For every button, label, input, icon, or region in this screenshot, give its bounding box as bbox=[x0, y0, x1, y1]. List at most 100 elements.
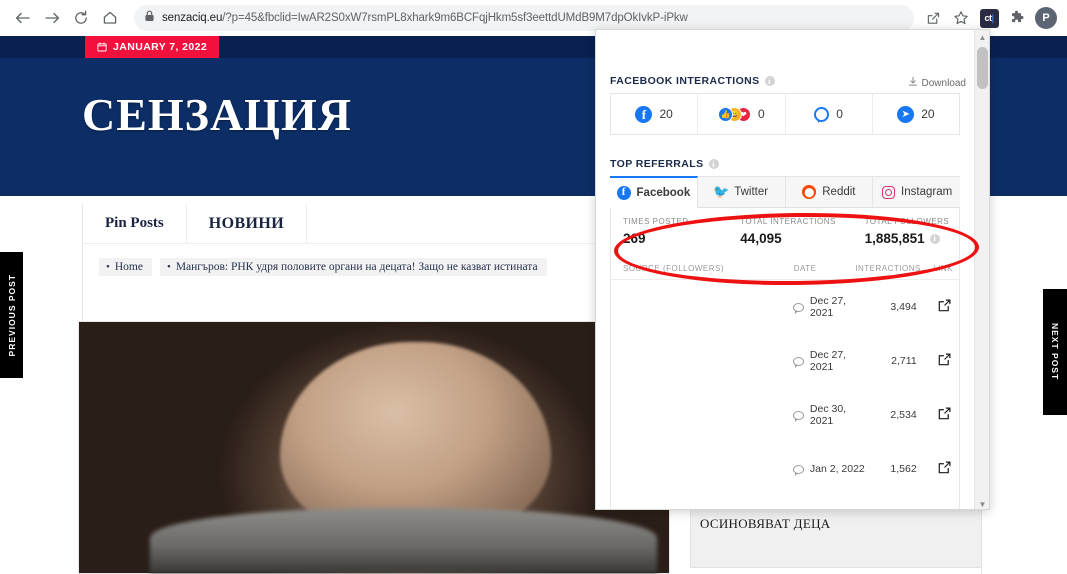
stat-shares-value: 20 bbox=[921, 107, 935, 121]
download-icon bbox=[908, 76, 918, 90]
summary-total-interactions-value: 44,095 bbox=[740, 231, 782, 246]
tab-facebook[interactable]: f Facebook bbox=[610, 176, 698, 208]
summary-times-posted-label: TIMES POSTED bbox=[623, 217, 689, 226]
nav-tab-novini[interactable]: НОВИНИ bbox=[187, 203, 308, 244]
date-badge: JANUARY 7, 2022 bbox=[85, 36, 220, 58]
crowdtangle-panel: FACEBOOK INTERACTIONS i Download f 20 👍 😀… bbox=[595, 29, 990, 510]
instagram-icon bbox=[881, 185, 895, 199]
stat-reactions-value: 0 bbox=[758, 107, 765, 121]
summary-times-posted-value: 269 bbox=[623, 231, 646, 246]
date-badge-label: JANUARY 7, 2022 bbox=[113, 41, 208, 53]
external-link-icon[interactable] bbox=[917, 461, 959, 477]
stat-reactions: 👍 😀 ❤ 0 bbox=[698, 94, 786, 134]
summary-total-followers-value: 1,885,851 i bbox=[865, 231, 959, 246]
row-interactions: 2,534 bbox=[890, 409, 917, 421]
toolbar-icons: ct | P bbox=[920, 5, 1057, 31]
reactions-icon: 👍 😀 ❤ bbox=[718, 106, 752, 122]
info-icon[interactable]: i bbox=[708, 159, 719, 169]
tab-reddit-label: Reddit bbox=[822, 186, 856, 198]
calendar-icon bbox=[97, 42, 107, 52]
summary-total-followers: TOTAL FOLLOWERS 1,885,851 i bbox=[865, 208, 959, 258]
row-interactions: 1,562 bbox=[890, 463, 917, 475]
external-link-icon[interactable] bbox=[917, 353, 959, 369]
col-source: SOURCE (FOLLOWERS) bbox=[623, 264, 725, 273]
info-icon[interactable]: i bbox=[764, 76, 775, 86]
article-photo bbox=[78, 321, 670, 574]
site-title: СЕНЗАЦИЯ bbox=[82, 89, 352, 140]
bottom-headline-text: ОСИНОВЯВАТ ДЕЦА bbox=[700, 516, 831, 531]
row-date: Dec 30, 2021 bbox=[809, 403, 847, 427]
top-referrals-heading: TOP REFERRALS i bbox=[610, 158, 719, 170]
summary-times-posted: TIMES POSTED 269 bbox=[611, 208, 740, 258]
referral-table-header: SOURCE (FOLLOWERS) DATE INTERACTIONS LIN… bbox=[610, 258, 960, 280]
facebook-icon: f bbox=[635, 105, 653, 123]
tab-twitter[interactable]: 🐦 Twitter bbox=[697, 176, 786, 207]
table-row[interactable]: Dec 27, 2021 2,711 bbox=[611, 334, 959, 388]
share-icon[interactable] bbox=[920, 5, 946, 31]
scroll-down-icon[interactable]: ▼ bbox=[975, 497, 989, 509]
tab-reddit[interactable]: ⬤ Reddit bbox=[785, 176, 874, 207]
share-icon: ➤ bbox=[897, 105, 915, 123]
comment-bubble-icon bbox=[787, 356, 810, 368]
previous-post-tab[interactable]: PREVIOUS POST bbox=[0, 252, 23, 378]
info-icon[interactable]: i bbox=[929, 233, 940, 244]
home-icon[interactable] bbox=[97, 5, 123, 31]
table-row[interactable]: Dec 30, 2021 2,534 bbox=[611, 388, 959, 442]
nav-tab-pin-posts[interactable]: Pin Posts bbox=[83, 203, 187, 244]
tab-twitter-label: Twitter bbox=[734, 186, 769, 198]
comment-bubble-icon bbox=[787, 464, 810, 476]
tab-instagram-label: Instagram bbox=[901, 186, 953, 198]
reload-icon[interactable] bbox=[68, 5, 94, 31]
referral-summary-row: TIMES POSTED 269 TOTAL INTERACTIONS 44,0… bbox=[610, 208, 960, 258]
facebook-icon: f bbox=[616, 185, 631, 200]
url-host: senzaciq.eu bbox=[162, 12, 223, 24]
crowdtangle-scroll-area: FACEBOOK INTERACTIONS i Download f 20 👍 😀… bbox=[596, 30, 974, 509]
next-post-tab[interactable]: NEXT POST bbox=[1043, 289, 1067, 415]
breadcrumb-article: Мангъров: РНК удря половите органи на де… bbox=[159, 258, 547, 276]
table-row[interactable]: Dec 27, 2021 3,494 bbox=[611, 280, 959, 334]
col-interactions: INTERACTIONS bbox=[855, 264, 921, 273]
scrollbar-thumb[interactable] bbox=[977, 47, 988, 89]
row-date: Jan 2, 2022 bbox=[809, 463, 865, 475]
url-text: senzaciq.eu/?p=45&fbclid=IwAR2S0xW7rsmPL… bbox=[162, 12, 688, 24]
top-referrals-title: TOP REFERRALS bbox=[610, 158, 704, 170]
scroll-up-icon[interactable]: ▲ bbox=[975, 30, 989, 44]
back-arrow-icon[interactable] bbox=[10, 5, 36, 31]
summary-total-interactions-label: TOTAL INTERACTIONS bbox=[740, 217, 836, 226]
row-interactions: 3,494 bbox=[890, 301, 917, 313]
next-post-label: NEXT POST bbox=[1050, 323, 1060, 381]
download-label: Download bbox=[921, 77, 966, 89]
address-bar[interactable]: senzaciq.eu/?p=45&fbclid=IwAR2S0xW7rsmPL… bbox=[134, 5, 914, 31]
referral-platform-tabs: f Facebook 🐦 Twitter ⬤ Reddit Instagram bbox=[610, 176, 960, 208]
crowdtangle-extension-icon[interactable]: ct | bbox=[976, 5, 1002, 31]
puzzle-icon[interactable] bbox=[1004, 5, 1030, 31]
facebook-interactions-title: FACEBOOK INTERACTIONS bbox=[610, 75, 760, 87]
photo-shoulders bbox=[149, 507, 658, 573]
col-date: DATE bbox=[793, 264, 817, 273]
url-path: /?p=45&fbclid=IwAR2S0xW7rsmPL8xhark9m6BC… bbox=[222, 12, 688, 24]
external-link-icon[interactable] bbox=[917, 299, 959, 315]
tab-instagram[interactable]: Instagram bbox=[873, 176, 960, 207]
stat-facebook-total: f 20 bbox=[611, 94, 699, 134]
download-button[interactable]: Download bbox=[908, 76, 966, 90]
breadcrumb-home[interactable]: Home bbox=[99, 258, 152, 276]
comment-bubble-icon bbox=[787, 410, 810, 422]
row-date: Dec 27, 2021 bbox=[809, 349, 847, 373]
external-link-icon[interactable] bbox=[917, 407, 959, 423]
row-date: Dec 27, 2021 bbox=[809, 295, 847, 319]
row-interactions: 2,711 bbox=[891, 355, 917, 367]
facebook-interactions-heading: FACEBOOK INTERACTIONS i bbox=[610, 75, 775, 87]
table-row[interactable]: Jan 2, 2022 1,562 bbox=[611, 442, 959, 496]
comment-icon bbox=[814, 106, 830, 123]
avatar[interactable]: P bbox=[1035, 7, 1057, 29]
twitter-icon: 🐦 bbox=[713, 184, 730, 199]
stat-facebook-value: 20 bbox=[659, 107, 673, 121]
star-icon[interactable] bbox=[948, 5, 974, 31]
forward-arrow-icon[interactable] bbox=[39, 5, 65, 31]
lock-icon bbox=[144, 9, 155, 27]
referral-table-body[interactable]: Dec 27, 2021 3,494 Dec 27, 2021 2,711 De… bbox=[610, 280, 960, 509]
summary-total-followers-label: TOTAL FOLLOWERS bbox=[864, 217, 950, 226]
panel-scrollbar[interactable]: ▲ ▼ bbox=[974, 30, 989, 509]
tab-facebook-label: Facebook bbox=[636, 186, 691, 199]
reddit-icon: ⬤ bbox=[802, 185, 817, 199]
